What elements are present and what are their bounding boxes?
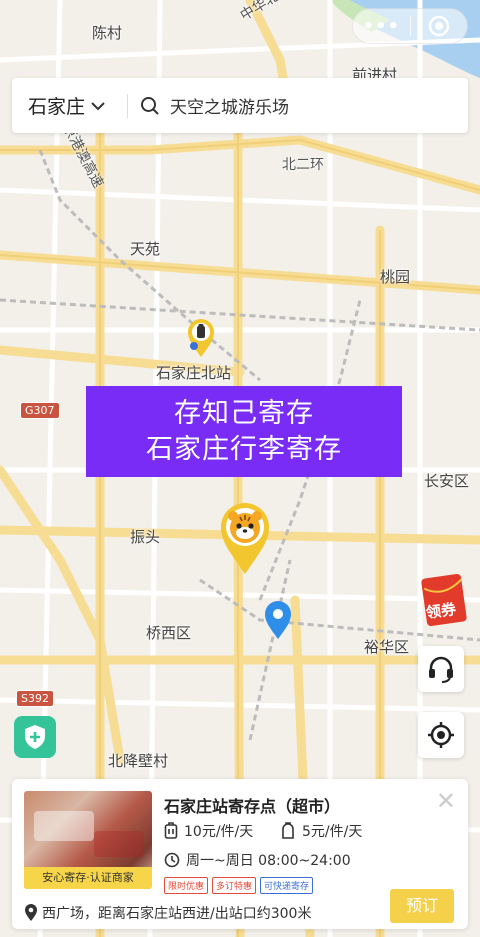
search-input[interactable]: 天空之城游乐场 bbox=[128, 93, 289, 118]
place-label-taoyuan: 桃园 bbox=[380, 268, 411, 286]
storage-address: 西广场，距离石家庄站西进/出站口约300米 bbox=[24, 903, 311, 923]
road-shield-g307: G307 bbox=[20, 402, 60, 419]
price-small-text: 5元/件/天 bbox=[302, 824, 363, 840]
tag-multi-order: 多订特惠 bbox=[212, 877, 257, 894]
road-shield-s392: S392 bbox=[16, 690, 54, 707]
shield-plus-icon bbox=[25, 725, 45, 749]
city-name: 石家庄 bbox=[28, 96, 86, 118]
locate-button[interactable] bbox=[418, 712, 464, 758]
close-card-icon[interactable]: ✕ bbox=[436, 787, 456, 815]
book-button[interactable]: 预订 bbox=[390, 889, 454, 923]
coupon-button[interactable]: 领券 bbox=[420, 572, 470, 628]
price-large-text: 10元/件/天 bbox=[184, 824, 254, 840]
opening-hours: 周一~周日 08:00~24:00 bbox=[164, 850, 351, 870]
coupon-label: 领券 bbox=[424, 599, 458, 622]
promo-banner: 存知己寄存 石家庄行李寄存 bbox=[86, 386, 402, 477]
road-label-beierhuan: 北二环 bbox=[282, 157, 324, 173]
place-label-chencun: 陈村 bbox=[92, 24, 123, 42]
chevron-down-icon bbox=[91, 101, 105, 110]
search-icon bbox=[141, 96, 159, 115]
more-dots-icon[interactable]: ••• bbox=[353, 16, 410, 37]
place-label-tianyuan: 天苑 bbox=[130, 240, 161, 258]
tag-express-storage: 可快递寄存 bbox=[260, 877, 314, 894]
city-selector[interactable]: 石家庄 bbox=[12, 92, 127, 119]
opening-hours-text: 周一~周日 08:00~24:00 bbox=[186, 853, 351, 869]
storage-point-card[interactable]: 安心寄存·认证商家 石家庄站寄存点（超市） ✕ 10元/件/天 5元/件/天 周… bbox=[12, 779, 468, 929]
place-label-zhentou: 振头 bbox=[130, 528, 161, 546]
headset-icon bbox=[429, 656, 453, 683]
mini-program-close-icon[interactable] bbox=[410, 15, 467, 37]
banner-line-1: 存知己寄存 bbox=[174, 397, 314, 429]
price-large-luggage: 10元/件/天 bbox=[164, 821, 253, 841]
locate-crosshair-icon bbox=[428, 722, 454, 748]
storage-address-text: 西广场，距离石家庄站西进/出站口约300米 bbox=[42, 906, 312, 922]
banner-line-2: 石家庄行李寄存 bbox=[146, 433, 342, 465]
place-label-changan: 长安区 bbox=[424, 472, 470, 490]
suitcase-icon bbox=[164, 822, 178, 839]
search-query: 天空之城游乐场 bbox=[170, 98, 289, 118]
customer-service-button[interactable] bbox=[418, 646, 464, 692]
tag-limited-offer: 限时优惠 bbox=[164, 877, 209, 894]
mini-program-capsule: ••• bbox=[352, 8, 468, 44]
storage-point-name: 石家庄站寄存点（超市） bbox=[164, 797, 341, 816]
storage-point-photo: 安心寄存·认证商家 bbox=[24, 791, 152, 889]
place-label-qiaoxi: 桥西区 bbox=[146, 624, 192, 642]
certified-merchant-badge: 安心寄存·认证商家 bbox=[24, 867, 152, 889]
safety-shield-button[interactable] bbox=[14, 716, 56, 758]
clock-icon bbox=[164, 852, 180, 868]
location-pin-icon bbox=[25, 904, 37, 921]
search-bar: 石家庄 天空之城游乐场 bbox=[12, 78, 468, 133]
place-label-beijiangbi: 北降壁村 bbox=[108, 752, 169, 770]
backpack-icon bbox=[282, 822, 294, 839]
place-label-north-station: 石家庄北站 bbox=[156, 364, 232, 382]
place-label-yuhua: 裕华区 bbox=[364, 638, 410, 656]
price-small-luggage: 5元/件/天 bbox=[280, 821, 362, 841]
promo-tags: 限时优惠 多订特惠 可快递寄存 bbox=[164, 877, 314, 894]
